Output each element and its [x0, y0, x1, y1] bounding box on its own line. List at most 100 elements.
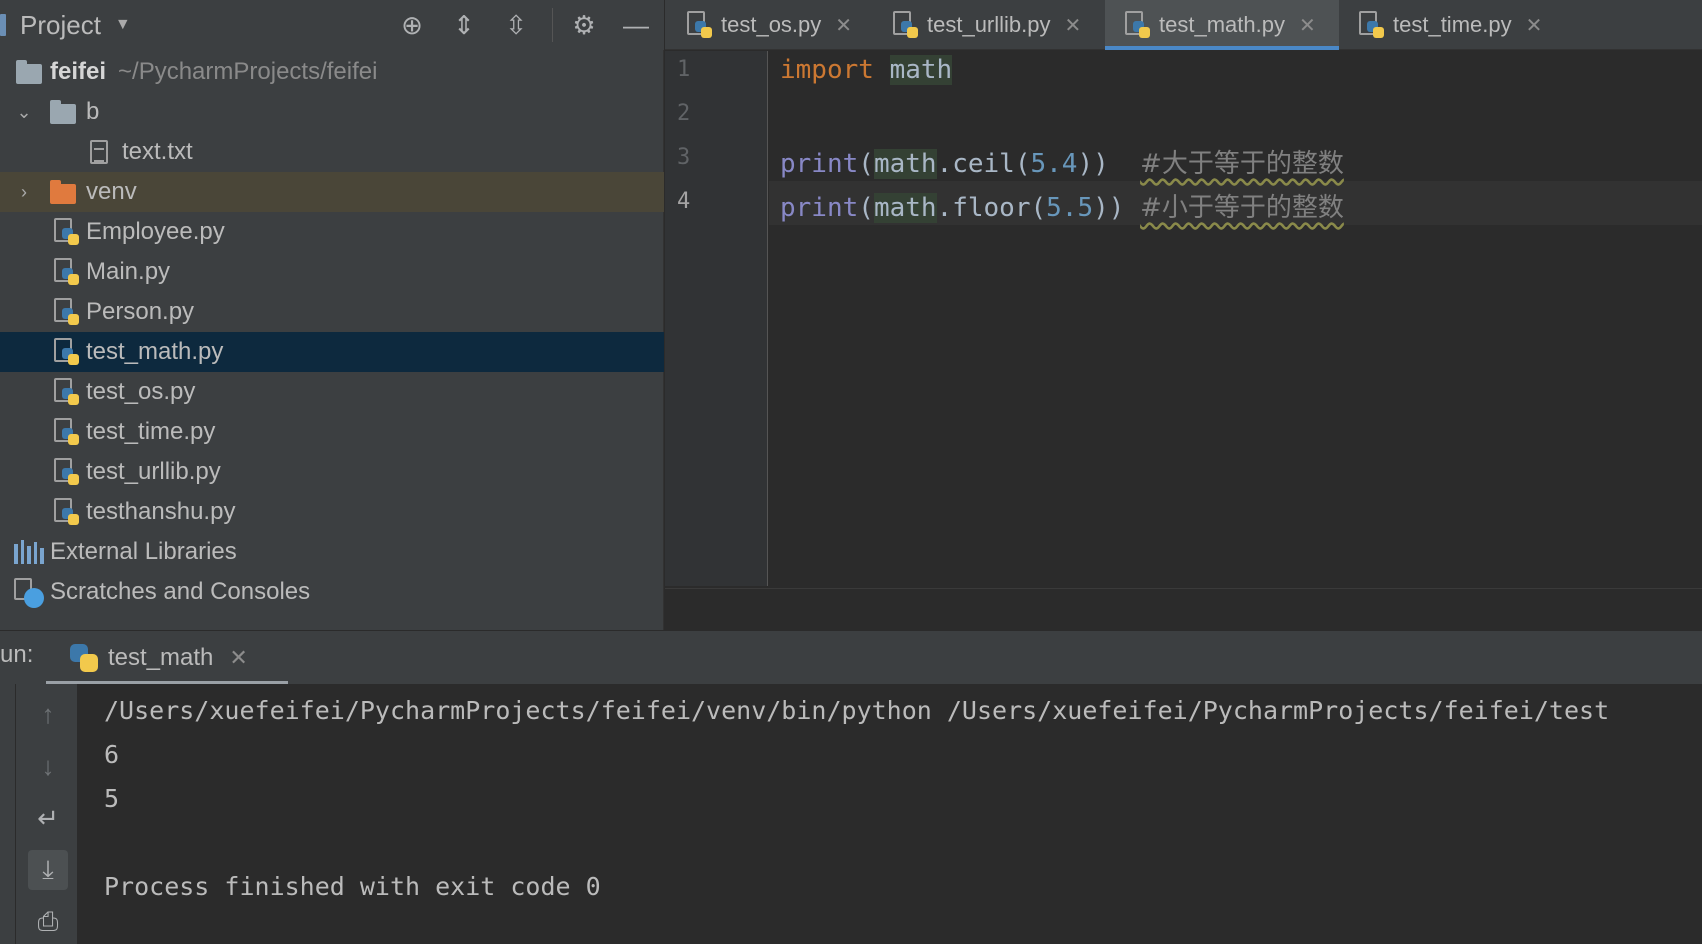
tab-label: test_math.py	[1159, 12, 1285, 37]
editor-footer	[665, 588, 1702, 630]
module-name: math	[889, 55, 953, 85]
module-ref: math	[873, 193, 937, 223]
tree-item-label: test_os.py	[86, 378, 196, 405]
line-number: 1	[677, 57, 691, 82]
tree-item-test-math-py[interactable]: test_math.py	[0, 332, 664, 372]
number-literal: 5.5	[1046, 193, 1094, 223]
tree-item-test-os-py[interactable]: test_os.py	[0, 372, 664, 412]
tab-test-urllib-py[interactable]: test_urllib.py ✕	[893, 0, 1081, 50]
chevron-right-icon[interactable]: ›	[14, 182, 34, 203]
expand-all-icon[interactable]: ⇕	[448, 9, 480, 41]
tree-item-scratches[interactable]: Scratches and Consoles	[0, 572, 664, 612]
tree-item-label: venv	[86, 178, 137, 205]
builtin-print: print	[780, 149, 859, 179]
tree-item-person-py[interactable]: Person.py	[0, 292, 664, 332]
project-title: Project	[20, 9, 101, 40]
run-toolbar: ↑ ↓ ↵ ⤓ ⎙	[16, 684, 78, 944]
run-tab-test-math[interactable]: test_math ✕	[46, 631, 288, 685]
code-line-1: import math	[780, 55, 953, 85]
tree-item-test-urllib-py[interactable]: test_urllib.py	[0, 452, 664, 492]
code-comment: #大于等于的整数	[1140, 149, 1344, 179]
tree-item-testhanshu-py[interactable]: testhanshu.py	[0, 492, 664, 532]
arrow-down-icon[interactable]: ↓	[28, 746, 68, 786]
tree-root-feifei[interactable]: feifei ~/PycharmProjects/feifei	[0, 52, 664, 92]
python-file-icon	[54, 338, 80, 366]
tree-item-b[interactable]: ⌄ b	[0, 92, 664, 132]
scroll-to-end-icon[interactable]: ⤓	[28, 850, 68, 890]
tab-label: test_os.py	[721, 12, 822, 37]
console-line: 6	[104, 740, 120, 769]
soft-wrap-icon[interactable]: ↵	[28, 798, 68, 838]
code-editor[interactable]: 1 2 3 4 import math print(math.ceil(5.4)…	[665, 51, 1702, 588]
folder-icon	[16, 60, 42, 84]
method-name: .ceil	[936, 149, 1015, 179]
excluded-folder-icon	[50, 180, 76, 204]
tab-test-os-py[interactable]: test_os.py ✕	[687, 0, 852, 50]
python-file-icon	[54, 258, 80, 286]
python-file-icon	[54, 458, 80, 486]
builtin-print: print	[780, 193, 859, 223]
python-file-icon	[1125, 11, 1151, 39]
line-number-gutter: 1 2 3 4	[665, 51, 768, 586]
run-side-strip	[0, 684, 16, 944]
close-icon[interactable]: ✕	[1065, 13, 1082, 38]
tree-item-venv[interactable]: › venv	[0, 172, 664, 212]
python-file-icon	[893, 11, 919, 39]
line-number: 4	[677, 189, 691, 214]
root-name: feifei	[50, 58, 107, 85]
run-label: un:	[0, 641, 34, 668]
tree-item-label: b	[86, 98, 100, 125]
close-icon[interactable]: ✕	[1526, 13, 1543, 38]
close-icon[interactable]: ✕	[229, 645, 247, 671]
tree-item-label: Main.py	[86, 258, 171, 285]
line-number: 3	[677, 145, 691, 170]
collapse-all-icon[interactable]: ⇳	[500, 9, 532, 41]
project-panel-header: Project ▼ ⊕ ⇕ ⇳ ⚙ —	[0, 0, 664, 50]
tab-test-math-py[interactable]: test_math.py ✕	[1105, 0, 1339, 50]
line-number: 2	[677, 101, 691, 126]
console-output[interactable]: /Users/xuefeifei/PycharmProjects/feifei/…	[78, 684, 1702, 944]
code-line-3: print(math.ceil(5.4)) #大于等于的整数	[780, 149, 1344, 179]
editor-tab-bar: test_os.py ✕ test_urllib.py ✕ test_math.…	[665, 0, 1702, 50]
tree-item-external-libraries[interactable]: External Libraries	[0, 532, 664, 572]
project-panel: Project ▼ ⊕ ⇕ ⇳ ⚙ — feifei ~/PycharmProje…	[0, 0, 664, 630]
tree-item-text-txt[interactable]: text.txt	[0, 132, 664, 172]
module-ref: math	[873, 149, 937, 179]
chevron-down-icon[interactable]: ▼	[115, 16, 131, 34]
tree-item-label: testhanshu.py	[86, 498, 236, 525]
scratches-icon	[14, 578, 44, 608]
tree-item-label: test_math.py	[86, 338, 224, 365]
project-view-selector[interactable]: Project ▼	[0, 8, 131, 42]
tree-item-label: text.txt	[122, 138, 193, 165]
text-file-icon	[90, 140, 108, 164]
folder-icon	[50, 100, 76, 124]
console-line: Process finished with exit code 0	[104, 872, 601, 901]
tree-item-label: test_time.py	[86, 418, 216, 445]
gear-icon[interactable]: ⚙	[568, 9, 600, 41]
method-name: .floor	[936, 193, 1031, 223]
close-icon[interactable]: ✕	[835, 13, 852, 38]
tree-item-test-time-py[interactable]: test_time.py	[0, 412, 664, 452]
number-literal: 5.4	[1030, 149, 1078, 179]
panel-edge-marker	[0, 14, 6, 36]
python-file-icon	[54, 218, 80, 246]
code-comment: #小于等于的整数	[1140, 193, 1344, 223]
hide-icon[interactable]: —	[620, 9, 652, 41]
tree-item-employee-py[interactable]: Employee.py	[0, 212, 664, 252]
tab-test-time-py[interactable]: test_time.py ✕	[1359, 0, 1542, 50]
tree-item-label: Scratches and Consoles	[50, 578, 311, 605]
console-line: /Users/xuefeifei/PycharmProjects/feifei/…	[104, 696, 1610, 725]
locate-icon[interactable]: ⊕	[396, 9, 428, 41]
active-tab-indicator	[1105, 46, 1339, 50]
tree-item-main-py[interactable]: Main.py	[0, 252, 664, 292]
chevron-down-icon[interactable]: ⌄	[14, 102, 34, 123]
python-file-icon	[54, 498, 80, 526]
tree-item-label: Person.py	[86, 298, 195, 325]
arrow-up-icon[interactable]: ↑	[28, 694, 68, 734]
tree-item-label: Employee.py	[86, 218, 225, 245]
keyword-import: import	[780, 55, 874, 85]
console-line: 5	[104, 784, 120, 813]
project-tree: feifei ~/PycharmProjects/feifei ⌄ b text.…	[0, 52, 664, 612]
close-icon[interactable]: ✕	[1299, 13, 1316, 38]
print-icon[interactable]: ⎙	[28, 902, 68, 942]
